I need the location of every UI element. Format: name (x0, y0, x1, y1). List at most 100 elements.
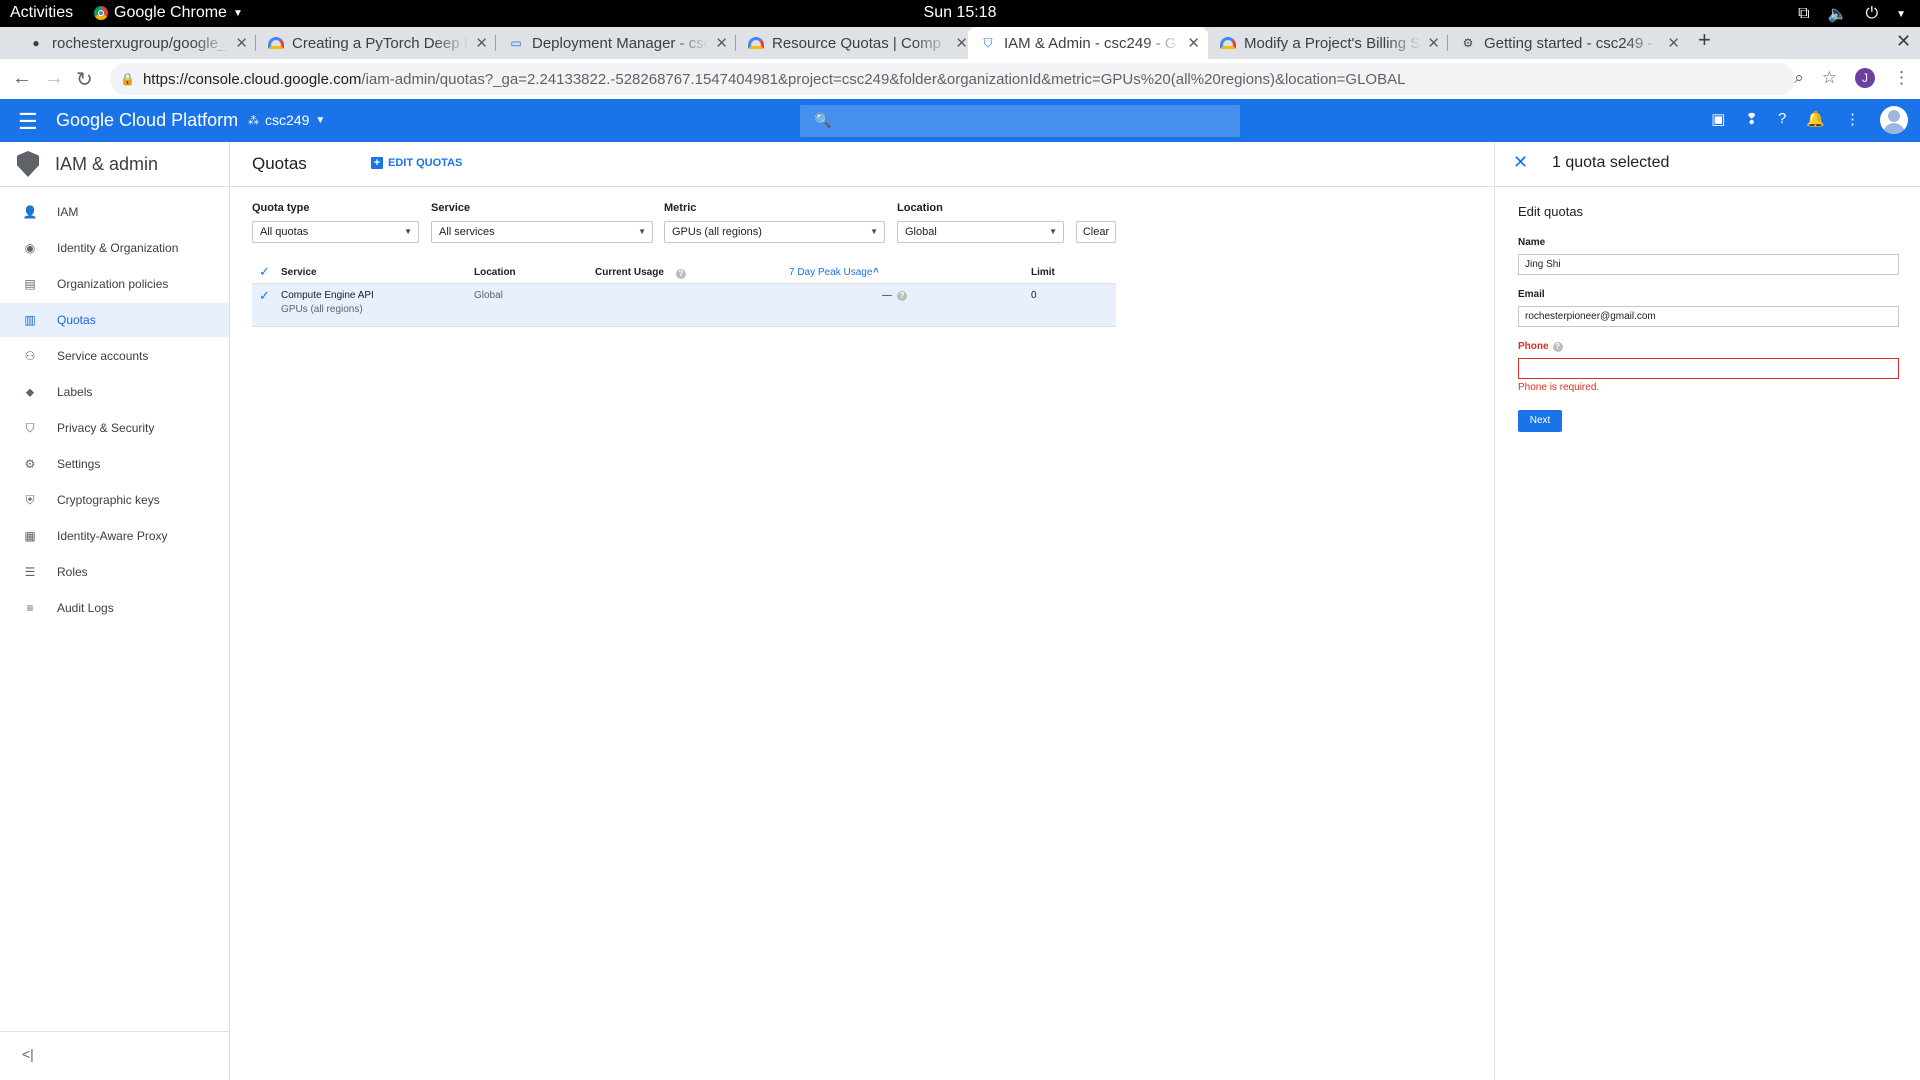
sort-ascending-icon[interactable]: ^ (873, 267, 879, 278)
close-icon[interactable]: ✕ (1513, 152, 1528, 173)
filter-label-location: Location (897, 202, 943, 214)
quota-type-select[interactable]: All quotas ▼ (252, 221, 419, 243)
name-field[interactable]: Jing Shi (1518, 254, 1899, 275)
row-checkbox[interactable]: ✓ (259, 289, 271, 302)
reload-icon[interactable]: ↻ (76, 67, 93, 92)
collapse-icon: <| (22, 1046, 34, 1062)
browser-toolbar: ← → ↻ 🔒 https://console.cloud.google.com… (0, 59, 1920, 100)
system-tray[interactable]: ⧉ 🔈 ⏻ ▼ (1798, 4, 1906, 24)
sidebar-item-quotas[interactable]: ▥ Quotas (0, 303, 229, 337)
more-vert-icon[interactable]: ⋮ (1893, 68, 1910, 88)
location-select[interactable]: Global ▼ (897, 221, 1064, 243)
phone-label: Phone (1518, 341, 1549, 352)
browser-tab[interactable]: Creating a PyTorch Deep Le ✕ (256, 27, 496, 59)
more-vert-icon[interactable]: ⋮ (1845, 110, 1860, 128)
shield-icon: ⛉ (25, 420, 35, 435)
policy-doc-icon: ▤ (24, 277, 36, 291)
browser-tab[interactable]: ⚙ Getting started - csc249 - ✕ (1448, 27, 1688, 59)
account-avatar[interactable] (1880, 106, 1908, 134)
email-field[interactable]: rochesterpioneer@gmail.com (1518, 306, 1899, 327)
profile-avatar[interactable]: J (1855, 68, 1875, 88)
close-icon[interactable]: ✕ (1187, 34, 1200, 52)
project-nodes-icon: ⁂ (248, 114, 259, 127)
sidebar-item-privacy-security[interactable]: ⛉ Privacy & Security (0, 411, 229, 445)
close-icon[interactable]: ✕ (235, 34, 248, 52)
next-button[interactable]: Next (1518, 410, 1562, 432)
close-icon[interactable]: ✕ (1667, 34, 1680, 52)
sidebar-item-iam[interactable]: 👤 IAM (0, 195, 229, 229)
close-icon[interactable]: ✕ (715, 34, 728, 52)
close-icon[interactable]: ✕ (955, 34, 968, 52)
help-icon[interactable]: ? (1778, 110, 1786, 128)
browser-tab[interactable]: ▭ Deployment Manager - csc ✕ (496, 27, 736, 59)
sidebar-item-identity-organization[interactable]: ◉ Identity & Organization (0, 231, 229, 265)
browser-tab[interactable]: Resource Quotas | Comp ✕ (736, 27, 976, 59)
sidebar-item-labels[interactable]: ⬥ Labels (0, 375, 229, 409)
sidebar-item-settings[interactable]: ⚙ Settings (0, 447, 229, 481)
close-icon[interactable]: ✕ (1427, 34, 1440, 52)
phone-field[interactable] (1518, 358, 1899, 379)
edit-quotas-label: EDIT QUOTAS (388, 157, 463, 169)
select-all-checkbox[interactable]: ✓ (259, 265, 271, 278)
collapse-sidebar-button[interactable]: <| (0, 1031, 229, 1080)
gcloud-icon (1220, 35, 1236, 51)
volume-icon: 🔈 (1827, 6, 1848, 23)
back-arrow-icon[interactable]: ← (12, 67, 32, 90)
roles-icon: ☰ (24, 565, 36, 579)
browser-tab[interactable]: ● rochesterxugroup/google_ ✕ (16, 27, 256, 59)
gcp-brand[interactable]: Google Cloud Platform (56, 110, 238, 131)
notifications-bell-icon[interactable]: 🔔 (1806, 110, 1825, 128)
gear-icon: ⚙ (1462, 36, 1474, 50)
sidebar-item-label: Cryptographic keys (57, 493, 160, 507)
search-icon: 🔍 (814, 112, 832, 128)
address-bar[interactable]: 🔒 https://console.cloud.google.com /iam-… (110, 63, 1795, 95)
cell-limit: 0 (1031, 290, 1037, 301)
filter-label-quota-type: Quota type (252, 202, 310, 214)
sidebar-item-label: Identity-Aware Proxy (57, 529, 168, 543)
clear-filters-button[interactable]: Clear (1076, 221, 1116, 243)
help-icon[interactable]: ? (676, 268, 686, 279)
service-select[interactable]: All services ▼ (431, 221, 653, 243)
sidebar-item-audit-logs[interactable]: ≡ Audit Logs (0, 591, 229, 625)
hamburger-menu-icon[interactable]: ☰ (18, 109, 38, 135)
browser-tab[interactable]: Modify a Project's Billing S ✕ (1208, 27, 1448, 59)
column-header-peak-usage[interactable]: 7 Day Peak Usage (789, 267, 872, 278)
sidebar-item-label: Quotas (57, 313, 96, 327)
zoom-icon[interactable]: ⌕ (1794, 68, 1804, 88)
help-icon[interactable]: ? (1552, 341, 1563, 352)
sidebar-item-label: Labels (57, 385, 93, 399)
sidebar-item-organization-policies[interactable]: ▤ Organization policies (0, 267, 229, 301)
column-header-limit[interactable]: Limit (1031, 267, 1055, 278)
bookmark-star-icon[interactable]: ☆ (1822, 68, 1837, 88)
sidebar-item-identity-aware-proxy[interactable]: ▦ Identity-Aware Proxy (0, 519, 229, 553)
close-window-icon[interactable]: ✕ (1896, 31, 1911, 52)
dropdown-arrow-icon: ▼ (404, 227, 412, 236)
name-label: Name (1518, 237, 1546, 248)
forward-arrow-icon[interactable]: → (44, 67, 64, 90)
feedback-icon[interactable]: ❢ (1745, 110, 1758, 128)
panel-title: 1 quota selected (1552, 154, 1670, 171)
table-row[interactable]: ✓ Compute Engine API GPUs (all regions) … (252, 284, 1116, 327)
metric-select[interactable]: GPUs (all regions) ▼ (664, 221, 885, 243)
clock[interactable]: Sun 15:18 (0, 4, 1920, 22)
browser-tab-active[interactable]: ⛉ IAM & Admin - csc249 - G ✕ (968, 27, 1208, 59)
help-icon[interactable]: ? (897, 290, 907, 301)
column-header-location[interactable]: Location (474, 267, 516, 278)
project-selector[interactable]: ⁂ csc249 ▼ (248, 112, 325, 128)
edit-quotas-button[interactable]: + EDIT QUOTAS (371, 157, 462, 169)
phone-label-row: Phone ? (1518, 341, 1563, 352)
add-box-icon: + (371, 157, 383, 169)
new-tab-button[interactable]: + (1698, 27, 1711, 53)
sidebar-item-service-accounts[interactable]: ⚇ Service accounts (0, 339, 229, 373)
column-header-current-usage[interactable]: Current Usage (595, 267, 664, 278)
close-icon[interactable]: ✕ (475, 34, 488, 52)
sidebar-item-roles[interactable]: ☰ Roles (0, 555, 229, 589)
sidebar-header: IAM & admin (0, 142, 229, 187)
column-header-service[interactable]: Service (281, 267, 317, 278)
cloud-shell-icon[interactable]: ▣ (1711, 110, 1725, 128)
sidebar-item-label: Privacy & Security (57, 421, 155, 435)
tab-title: Modify a Project's Billing S (1244, 34, 1421, 52)
sidebar-item-cryptographic-keys[interactable]: ⛨ Cryptographic keys (0, 483, 229, 517)
search-input[interactable]: 🔍 (800, 105, 1240, 137)
sidebar-item-label: Audit Logs (57, 601, 114, 615)
